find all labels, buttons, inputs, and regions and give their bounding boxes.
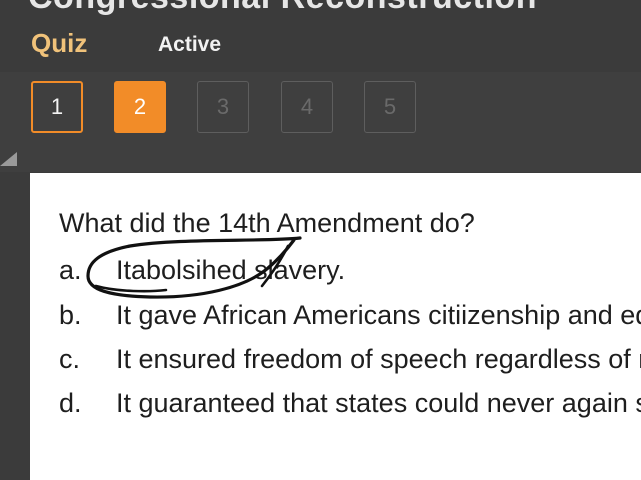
- answer-text: It guaranteed that states could never ag…: [116, 388, 641, 418]
- question-text: What did the 14th Amendment do?: [59, 208, 475, 238]
- quiz-label: Quiz: [31, 28, 88, 58]
- answer-option-d[interactable]: d. It guaranteed that states could never …: [59, 388, 641, 419]
- question-4-button[interactable]: 4: [281, 81, 333, 133]
- course-title: Congressional Reconstruction: [28, 0, 537, 17]
- answer-text: Itabolsihed slavery.: [116, 255, 346, 285]
- question-2-button[interactable]: 2: [114, 81, 166, 133]
- answer-text: It ensured freedom of speech regardless …: [116, 344, 641, 374]
- answer-letter: b.: [59, 300, 82, 330]
- answer-option-b[interactable]: b. It gave African Americans citiizenship…: [59, 300, 641, 331]
- question-panel: What did the 14th Amendment do? a. Itabol…: [30, 173, 641, 480]
- answer-option-a[interactable]: a. Itabolsihed slavery.: [59, 255, 345, 286]
- question-3-button[interactable]: 3: [197, 81, 249, 133]
- answer-letter: a.: [59, 255, 82, 285]
- resize-handle-icon[interactable]: [0, 152, 17, 166]
- answer-letter: d.: [59, 388, 82, 418]
- quiz-status-label: Active: [158, 33, 222, 56]
- question-5-button[interactable]: 5: [364, 81, 416, 133]
- question-1-button[interactable]: 1: [31, 81, 83, 133]
- quiz-header: Quiz Active: [0, 24, 641, 68]
- answer-letter: c.: [59, 344, 81, 374]
- question-navigation: 1 2 3 4 5: [0, 72, 641, 172]
- answer-text: It gave African Americans citiizenship a…: [116, 300, 641, 330]
- answer-option-c[interactable]: c. It ensured freedom of speech regardles…: [59, 344, 641, 375]
